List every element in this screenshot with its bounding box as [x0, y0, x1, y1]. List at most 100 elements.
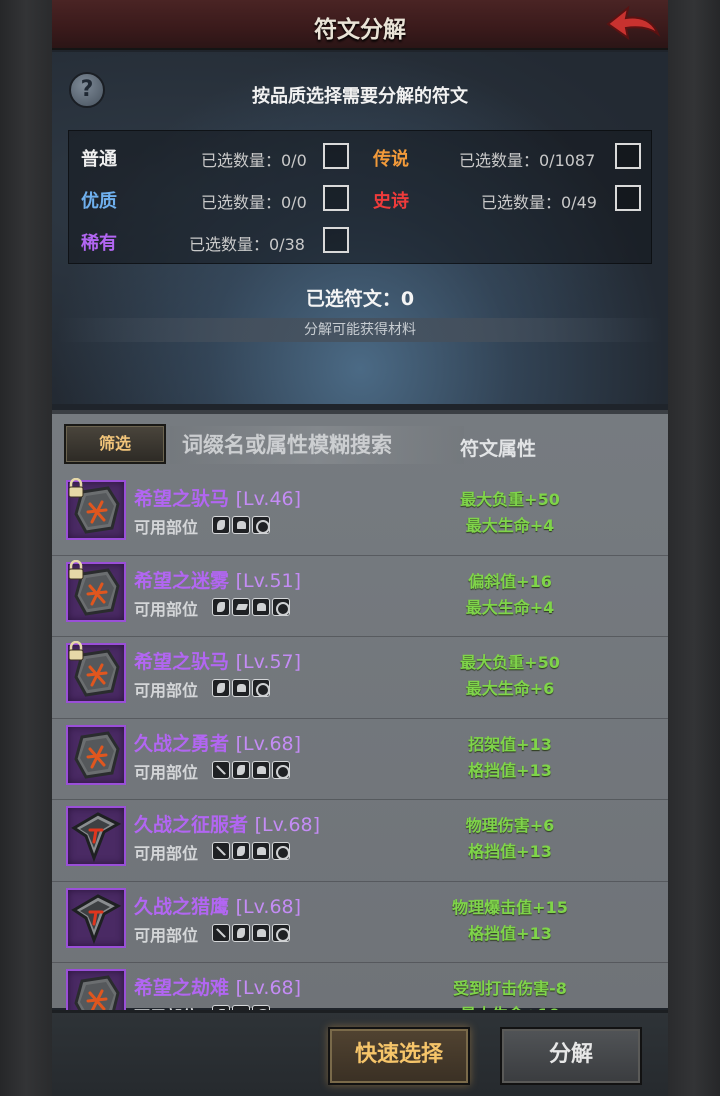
- rune-list[interactable]: 希望之驮马 [Lv.46] 可用部位 最大负重+50 最大生命+4 希望之迷雾 [Lv.…: [52, 474, 668, 1012]
- quick-select-button[interactable]: 快速选择: [328, 1027, 470, 1085]
- rune-decompose-panel: 符文分解 ? 按品质选择需要分解的符文 普通 已选数量：0/0 传说 已选数量：…: [52, 0, 668, 1096]
- equipment-slot-icon: [252, 679, 270, 697]
- materials-bar: 分解可能获得材料: [58, 318, 662, 342]
- quality-row-3: 稀有 已选数量：0/38: [69, 225, 653, 255]
- rune-blade-icon: [71, 893, 122, 944]
- rune-icon[interactable]: [66, 969, 126, 1012]
- equipment-slot-icon: [232, 679, 250, 697]
- slots-label: 可用部位: [134, 599, 199, 619]
- rune-row[interactable]: 久战之勇者 [Lv.68] 可用部位 招架值+13 格挡值+13: [52, 719, 668, 800]
- rune-attribute: 偏斜值+16: [468, 571, 552, 591]
- rune-level: [Lv.68]: [254, 814, 321, 836]
- rune-attribute: 最大生命+4: [465, 516, 555, 535]
- equipment-slot-icon: [232, 842, 250, 860]
- equipment-slot-icon: [232, 760, 250, 779]
- slots-label: 可用部位: [134, 681, 199, 700]
- rune-row[interactable]: 希望之迷雾 [Lv.51] 可用部位 偏斜值+16 最大生命+4: [52, 556, 668, 637]
- selected-runes-count: 已选符文：0: [305, 288, 415, 310]
- equipment-slot-icon: [212, 679, 230, 697]
- equipment-slot-icon: [232, 597, 250, 616]
- equipment-slot-icon: [272, 760, 290, 779]
- back-arrow-icon: [606, 5, 661, 41]
- checkbox-epic[interactable]: [615, 185, 641, 211]
- quality-row-1: 普通 已选数量：0/0 传说 已选数量：0/1087: [69, 141, 653, 171]
- checkbox-common[interactable]: [323, 143, 349, 169]
- rune-name: 希望之驮马 [Lv.46]: [134, 484, 301, 511]
- rune-level: [Lv.68]: [235, 895, 302, 918]
- rune-name-text: 希望之迷雾: [134, 569, 230, 592]
- right-wall: [668, 0, 720, 1096]
- equipment-slot-icon: [232, 923, 250, 942]
- filter-button[interactable]: 筛选: [64, 424, 166, 464]
- bottom-bar: 快速选择 分解: [52, 1010, 668, 1096]
- rune-icon[interactable]: [66, 887, 126, 948]
- rune-name: 久战之猎鹰 [Lv.68]: [134, 892, 301, 919]
- rune-attribute: 最大负重+50: [460, 490, 560, 509]
- rune-name: 久战之征服者 [Lv.68]: [134, 810, 320, 837]
- equipment-slot-icon: [212, 923, 230, 942]
- equipment-slot-icon: [252, 923, 270, 942]
- slots-label: 可用部位: [134, 844, 199, 863]
- rune-row[interactable]: 希望之驮马 [Lv.57] 可用部位 最大负重+50 最大生命+6: [52, 637, 668, 719]
- rune-attribute: 最大生命+6: [465, 679, 555, 698]
- rune-row[interactable]: 久战之征服者 [Lv.68] 可用部位 物理伤害+6 格挡值+13: [52, 800, 668, 882]
- rune-stone-icon: [74, 730, 120, 779]
- slot-icons: [212, 923, 290, 942]
- equipment-slot-icon: [252, 842, 270, 860]
- quality-selection-area: ? 按品质选择需要分解的符文 普通 已选数量：0/0 传说 已选数量：0/108…: [52, 52, 668, 404]
- rune-attribute: 格挡值+13: [468, 842, 552, 861]
- rune-level: [Lv.51]: [235, 569, 302, 592]
- page-title: 符文分解: [314, 17, 406, 43]
- quality-count-epic: 已选数量：0/49: [481, 193, 597, 212]
- equipment-slot-icon: [232, 516, 250, 534]
- rune-row[interactable]: 希望之驮马 [Lv.46] 可用部位 最大负重+50 最大生命+4: [52, 474, 668, 556]
- rune-stone-icon: [74, 975, 120, 1012]
- equipment-slot-icon: [252, 516, 270, 534]
- quality-subtitle: 按品质选择需要分解的符文: [252, 86, 468, 107]
- rune-icon[interactable]: [66, 724, 126, 785]
- rune-list-area: 筛选 符文属性 希望之驮马 [Lv.46]可用部位最大负重+50最大生命+4希望…: [52, 410, 668, 1012]
- equipment-slot-icon: [212, 516, 230, 534]
- rune-attribute: 格挡值+13: [468, 923, 552, 943]
- attr-column-header: 符文属性: [460, 438, 537, 460]
- checkbox-fine[interactable]: [323, 185, 349, 211]
- quality-name-legendary: 传说: [373, 149, 409, 170]
- slot-icons: [212, 760, 290, 779]
- rune-attribute: 物理爆击值+15: [452, 897, 568, 917]
- rune-blade-icon: [71, 812, 122, 863]
- rune-level: [Lv.68]: [235, 977, 302, 999]
- rune-level: [Lv.57]: [235, 651, 302, 673]
- quality-count-rare: 已选数量：0/38: [189, 235, 305, 254]
- rune-attribute: 招架值+13: [468, 734, 552, 754]
- rune-name: 久战之勇者 [Lv.68]: [134, 729, 301, 756]
- checkbox-rare[interactable]: [323, 227, 349, 253]
- equipment-slot-icon: [252, 760, 270, 779]
- rune-row[interactable]: 希望之劫难 [Lv.68]可用部位受到打击伤害-8最大生命+10: [52, 963, 668, 1012]
- back-button[interactable]: [604, 4, 662, 44]
- rune-attribute: 受到打击伤害-8: [453, 979, 567, 998]
- rune-row[interactable]: 久战之猎鹰 [Lv.68] 可用部位 物理爆击值+15 格挡值+13: [52, 882, 668, 963]
- rune-icon[interactable]: [66, 806, 126, 866]
- equipment-slot-icon: [252, 597, 270, 616]
- equipment-slot-icon: [212, 760, 230, 779]
- equipment-slot-icon: [212, 842, 230, 860]
- rune-name-text: 久战之征服者: [134, 814, 249, 836]
- rune-name: 希望之迷雾 [Lv.51]: [134, 566, 301, 593]
- filter-bar: 筛选 符文属性: [52, 414, 668, 470]
- equipment-slot-icon: [212, 597, 230, 616]
- quality-count-legendary: 已选数量：0/1087: [459, 151, 596, 170]
- rune-name-text: 希望之驮马: [134, 488, 230, 510]
- decompose-button[interactable]: 分解: [500, 1027, 642, 1085]
- quality-name-common: 普通: [81, 149, 117, 170]
- search-input[interactable]: [170, 426, 464, 464]
- rune-attribute: 格挡值+13: [468, 760, 552, 780]
- equipment-slot-icon: [272, 923, 290, 942]
- quality-count-fine: 已选数量：0/0: [201, 193, 307, 212]
- slots-label: 可用部位: [134, 925, 199, 945]
- header: 符文分解: [52, 0, 668, 50]
- slot-icons: [212, 516, 270, 534]
- checkbox-legendary[interactable]: [615, 143, 641, 169]
- equipment-slot-icon: [272, 842, 290, 860]
- rune-name-text: 久战之猎鹰: [134, 895, 230, 918]
- slot-icons: [212, 597, 290, 616]
